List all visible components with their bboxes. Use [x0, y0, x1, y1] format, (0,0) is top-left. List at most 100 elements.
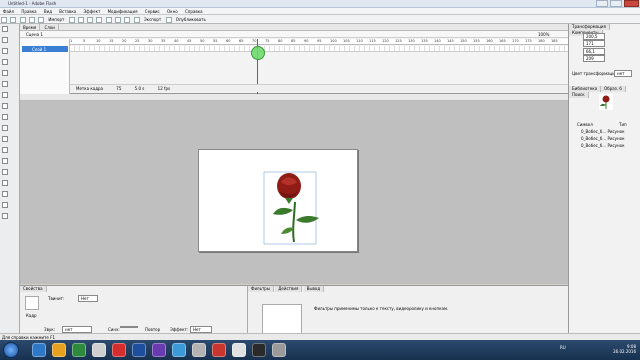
transform-height[interactable]: 209: [583, 55, 605, 62]
sync-select[interactable]: [120, 326, 138, 328]
language-indicator[interactable]: RU: [560, 345, 566, 350]
folder-taskbar-icon[interactable]: [52, 343, 66, 357]
maximize-button[interactable]: [610, 0, 622, 7]
rose-image[interactable]: [199, 150, 359, 253]
menu-modify[interactable]: Модификация: [108, 8, 138, 15]
opera-taskbar-icon[interactable]: [112, 343, 126, 357]
frame-number: 130: [408, 39, 415, 43]
menu-edit[interactable]: Правка: [21, 8, 36, 15]
menu-insert[interactable]: Вставка: [59, 8, 76, 15]
tween-select[interactable]: Нет: [78, 295, 98, 302]
chrome-taskbar-icon[interactable]: [92, 343, 106, 357]
layer-name: Слой 1: [32, 47, 47, 52]
frame-track[interactable]: [70, 46, 568, 52]
frame-number: 140: [434, 39, 441, 43]
stop-icon[interactable]: [124, 17, 131, 23]
tab-output[interactable]: Вывод: [303, 286, 325, 292]
text-tool-icon[interactable]: [2, 81, 8, 87]
publish-icon[interactable]: [165, 17, 172, 23]
tab-filters[interactable]: Фильтры: [248, 286, 274, 292]
terminal-taskbar-icon[interactable]: [252, 343, 266, 357]
explorer-taskbar-icon[interactable]: [32, 343, 46, 357]
app-taskbar-icon[interactable]: [152, 343, 166, 357]
cut-icon[interactable]: [68, 17, 75, 23]
frame-number: 45: [187, 39, 192, 43]
zoom-value[interactable]: 100%: [538, 32, 549, 37]
menu-window[interactable]: Окно: [167, 8, 178, 15]
play-icon[interactable]: [115, 17, 122, 23]
library-item[interactable]: 0_Вобес_б... Рисунок: [581, 136, 625, 141]
start-button[interactable]: [3, 342, 19, 358]
pencil-tool-icon[interactable]: [2, 114, 8, 120]
effect-select[interactable]: Нет: [190, 326, 212, 333]
tween-label: Твинит:: [48, 296, 65, 301]
clock[interactable]: 9:08 26.02.2016: [613, 344, 636, 354]
open-file-icon[interactable]: [10, 17, 17, 23]
app3-taskbar-icon[interactable]: [272, 343, 286, 357]
tab-properties[interactable]: Свойства: [20, 286, 47, 292]
eyedropper-icon[interactable]: [2, 158, 8, 164]
export-icon[interactable]: [133, 17, 140, 23]
tab-search[interactable]: Поиск: [569, 92, 589, 98]
import-icon[interactable]: [38, 17, 45, 23]
redo-icon[interactable]: [105, 17, 112, 23]
skype-taskbar-icon[interactable]: [172, 343, 186, 357]
document-canvas[interactable]: [198, 149, 358, 252]
transform-x[interactable]: 200,5: [583, 33, 605, 40]
menu-tools[interactable]: Сервис: [145, 8, 160, 15]
media-taskbar-icon[interactable]: [72, 343, 86, 357]
brush-tool-icon[interactable]: [2, 125, 8, 131]
rectangle-tool-icon[interactable]: [2, 103, 8, 109]
minimize-button[interactable]: [596, 0, 608, 7]
transform-y[interactable]: 171: [583, 40, 605, 47]
pen-tool-icon[interactable]: [2, 70, 8, 76]
sound-select[interactable]: нет: [62, 326, 92, 333]
transform-width[interactable]: 66,1: [583, 48, 605, 55]
arrow-tool-icon[interactable]: [2, 26, 8, 32]
menu-view[interactable]: Вид: [44, 8, 52, 15]
print-icon[interactable]: [28, 17, 35, 23]
menu-file[interactable]: Файл: [3, 8, 14, 15]
subselect-tool-icon[interactable]: [2, 37, 8, 43]
app2-taskbar-icon[interactable]: [192, 343, 206, 357]
save-icon[interactable]: [19, 17, 26, 23]
undo-icon[interactable]: [96, 17, 103, 23]
flash-taskbar-icon[interactable]: [212, 343, 226, 357]
eraser-icon[interactable]: [2, 169, 8, 175]
zoom-tool-icon[interactable]: [2, 191, 8, 197]
import-button[interactable]: Импорт: [48, 15, 64, 24]
paste-icon[interactable]: [87, 17, 94, 23]
library-item[interactable]: 0_Вобес_б... Рисунок: [581, 143, 625, 148]
paint-taskbar-icon[interactable]: [232, 343, 246, 357]
photoshop-taskbar-icon[interactable]: [132, 343, 146, 357]
layer-row[interactable]: Слой 1: [22, 46, 68, 52]
fill-color-icon[interactable]: [2, 213, 8, 219]
ink-bottle-icon[interactable]: [2, 136, 8, 142]
color-transform-select[interactable]: нет: [614, 70, 632, 77]
tab-actions[interactable]: Действия: [275, 286, 303, 292]
tab-samples[interactable]: Образ. б: [601, 86, 626, 92]
export-button[interactable]: Экспорт: [144, 15, 161, 24]
frame-number: 145: [447, 39, 454, 43]
library-item[interactable]: 0_Вобес_б... Рисунок: [581, 129, 625, 134]
lasso-tool-icon[interactable]: [2, 59, 8, 65]
menu-effect[interactable]: Эффект: [83, 8, 100, 15]
frame-number: 120: [382, 39, 389, 43]
tab-timeline[interactable]: Время: [20, 24, 41, 31]
stroke-color-icon[interactable]: [2, 202, 8, 208]
new-file-icon[interactable]: [1, 17, 7, 23]
menu-help[interactable]: Справка: [185, 8, 203, 15]
publish-button[interactable]: Опубликовать: [176, 15, 206, 24]
scene-name[interactable]: Сцена 1: [26, 32, 43, 37]
tab-layers[interactable]: Слои: [41, 24, 59, 31]
oval-tool-icon[interactable]: [2, 92, 8, 98]
filter-list[interactable]: [262, 304, 302, 334]
line-tool-icon[interactable]: [2, 48, 8, 54]
hand-tool-icon[interactable]: [2, 180, 8, 186]
paint-bucket-icon[interactable]: [2, 147, 8, 153]
close-button[interactable]: [624, 0, 639, 7]
copy-icon[interactable]: [77, 17, 84, 23]
frame-number: 20: [122, 39, 127, 43]
frame-number: 25: [135, 39, 140, 43]
frame-ruler[interactable]: 1 5 10 15 20 25 30 35 40 45 50 55 60 65 70 75 80 85 90 95 10…: [70, 39, 568, 45]
